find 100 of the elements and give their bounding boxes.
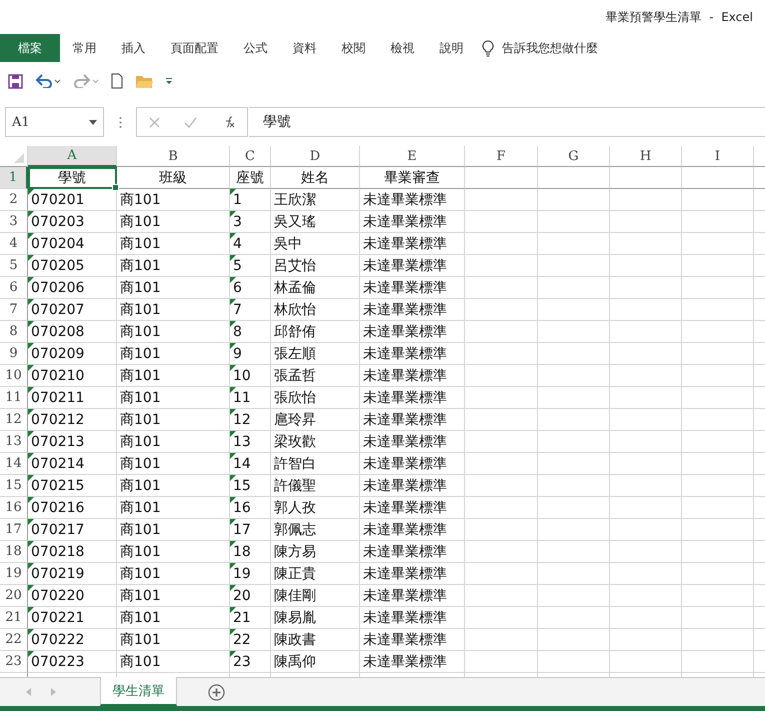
table-cell: 070219 [28, 563, 117, 585]
row-header[interactable]: 20 [0, 585, 28, 607]
row-header[interactable]: 13 [0, 431, 28, 453]
table-cell: 16 [230, 497, 271, 519]
ribbon-tab[interactable]: 資料 [280, 34, 329, 62]
table-cell: 23 [230, 651, 271, 673]
table-cell: 商101 [117, 189, 230, 211]
table-cell: 陳政書 [271, 629, 360, 651]
formula-field[interactable]: 學號 [249, 107, 765, 137]
row-header[interactable]: 12 [0, 409, 28, 431]
file-tab[interactable]: 檔案 [0, 34, 60, 62]
column-header[interactable]: F [465, 146, 538, 167]
column-header[interactable]: D [271, 146, 360, 167]
ribbon-tab[interactable]: 說明 [427, 34, 476, 62]
table-cell: 未達畢業標準 [360, 365, 465, 387]
table-cell: 17 [230, 519, 271, 541]
row-header[interactable]: 16 [0, 497, 28, 519]
table-cell: 林欣怡 [271, 299, 360, 321]
ribbon-tab[interactable]: 頁面配置 [158, 34, 231, 62]
table-cell: 扈玲昇 [271, 409, 360, 431]
table-cell: 商101 [117, 255, 230, 277]
row-header[interactable]: 8 [0, 321, 28, 343]
table-cell: 商101 [117, 409, 230, 431]
row-header[interactable]: 15 [0, 475, 28, 497]
table-cell: 畢業審查 [360, 167, 465, 189]
ribbon-tab[interactable]: 公式 [231, 34, 280, 62]
column-header[interactable]: A [28, 146, 117, 167]
column-header[interactable]: E [360, 146, 465, 167]
column-header[interactable]: I [682, 146, 754, 167]
table-cell: 070201 [28, 189, 117, 211]
table-cell: 商101 [117, 629, 230, 651]
table-cell: 商101 [117, 299, 230, 321]
row-header[interactable]: 1 [0, 167, 28, 189]
table-cell: 4 [230, 233, 271, 255]
table-cell: 商101 [117, 387, 230, 409]
name-box[interactable]: A1 [5, 107, 104, 137]
table-cell: 未達畢業標準 [360, 651, 465, 673]
row-header[interactable]: 7 [0, 299, 28, 321]
ribbon-tab[interactable]: 插入 [109, 34, 158, 62]
table-cell: 未達畢業標準 [360, 585, 465, 607]
row-header[interactable]: 23 [0, 651, 28, 673]
table-cell: 郭佩志 [271, 519, 360, 541]
table-cell: 070221 [28, 607, 117, 629]
table-cell: 3 [230, 211, 271, 233]
table-cell: 未達畢業標準 [360, 211, 465, 233]
column-header[interactable]: G [538, 146, 610, 167]
sheet-tab[interactable]: 學生清單 [100, 677, 177, 706]
table-cell: 邱舒侑 [271, 321, 360, 343]
table-cell: 13 [230, 431, 271, 453]
row-header[interactable]: 14 [0, 453, 28, 475]
table-cell: 12 [230, 409, 271, 431]
row-header[interactable]: 22 [0, 629, 28, 651]
table-cell: 18 [230, 541, 271, 563]
table-cell: 未達畢業標準 [360, 255, 465, 277]
table-cell: 070223 [28, 651, 117, 673]
table-cell: 王欣潔 [271, 189, 360, 211]
row-header[interactable]: 5 [0, 255, 28, 277]
row-header[interactable]: 10 [0, 365, 28, 387]
table-cell: 070206 [28, 277, 117, 299]
row-header[interactable]: 19 [0, 563, 28, 585]
table-cell: 商101 [117, 541, 230, 563]
table-cell: 張左順 [271, 343, 360, 365]
table-cell: 070209 [28, 343, 117, 365]
table-cell: 070210 [28, 365, 117, 387]
column-header[interactable]: B [117, 146, 230, 167]
ribbon-tab[interactable]: 常用 [60, 34, 109, 62]
table-cell: 張欣怡 [271, 387, 360, 409]
ribbon-tab[interactable]: 校閱 [329, 34, 378, 62]
row-header[interactable]: 3 [0, 211, 28, 233]
table-cell: 陳易胤 [271, 607, 360, 629]
active-cell[interactable]: 學號 [28, 167, 117, 189]
row-header[interactable]: 17 [0, 519, 28, 541]
row-header[interactable]: 2 [0, 189, 28, 211]
column-header[interactable]: C [230, 146, 271, 167]
row-header[interactable]: 11 [0, 387, 28, 409]
row-header[interactable]: 18 [0, 541, 28, 563]
table-cell: 商101 [117, 651, 230, 673]
table-cell: 吳中 [271, 233, 360, 255]
row-header[interactable]: 9 [0, 343, 28, 365]
table-cell: 座號 [230, 167, 271, 189]
table-cell: 商101 [117, 321, 230, 343]
table-cell: 商101 [117, 453, 230, 475]
table-cell: 未達畢業標準 [360, 519, 465, 541]
row-header[interactable]: 21 [0, 607, 28, 629]
table-cell: 20 [230, 585, 271, 607]
table-cell: 未達畢業標準 [360, 343, 465, 365]
column-header[interactable]: H [610, 146, 682, 167]
table-cell: 商101 [117, 211, 230, 233]
table-cell: 070213 [28, 431, 117, 453]
table-cell: 7 [230, 299, 271, 321]
table-cell: 未達畢業標準 [360, 563, 465, 585]
table-cell: 21 [230, 607, 271, 629]
table-cell: 070207 [28, 299, 117, 321]
row-header[interactable]: 6 [0, 277, 28, 299]
tell-me-search[interactable]: 告訴我您想做什麼 [502, 40, 598, 56]
table-cell: 許儀聖 [271, 475, 360, 497]
ribbon-tab[interactable]: 檢視 [378, 34, 427, 62]
row-header[interactable]: 4 [0, 233, 28, 255]
table-cell: 許智白 [271, 453, 360, 475]
table-cell: 陳正貴 [271, 563, 360, 585]
